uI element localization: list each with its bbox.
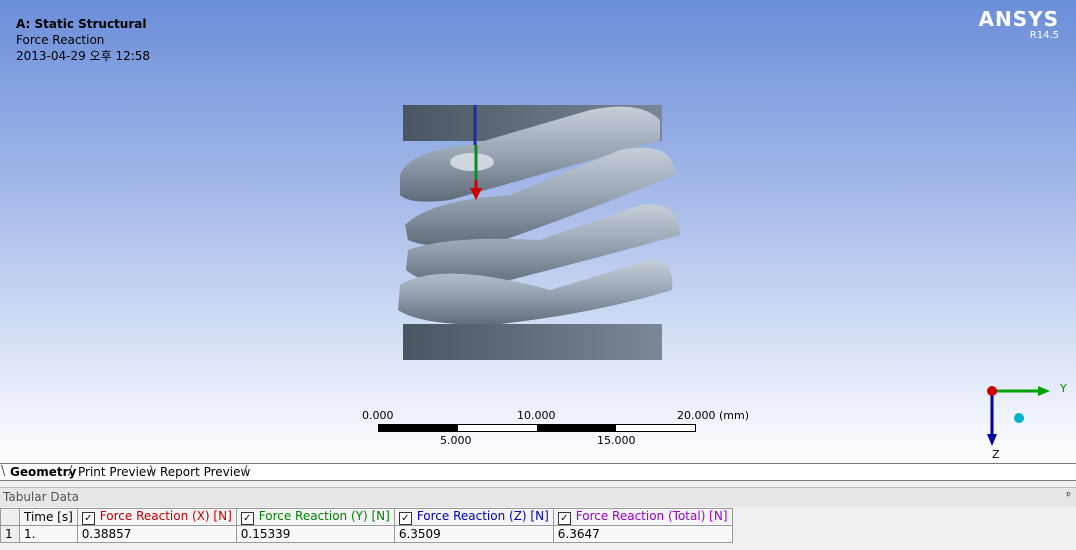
tab-report-preview[interactable]: Report Preview: [154, 465, 256, 480]
triad-y-label: Y: [1059, 382, 1067, 395]
spring-bottom-end: [403, 324, 662, 360]
checkbox-checked-icon[interactable]: ✓: [557, 512, 571, 525]
pin-icon[interactable]: ᵖ: [1066, 489, 1071, 502]
cell-time[interactable]: 1.: [19, 525, 78, 543]
col-force-z[interactable]: ✓ Force Reaction (Z) [N]: [393, 508, 554, 526]
cell-force-z[interactable]: 6.3509: [393, 525, 554, 543]
iso-view-ball-icon[interactable]: [1014, 413, 1024, 423]
scale-label-5: 5.000: [440, 434, 472, 447]
ansys-logo: ANSYS R14.5: [978, 8, 1059, 42]
analysis-title: A: Static Structural: [16, 17, 147, 31]
tab-print-preview[interactable]: Print Preview: [72, 465, 162, 480]
col-time[interactable]: Time [s]: [19, 508, 78, 526]
x-axis-dot: [987, 386, 997, 396]
view-tabs: \ Geometry / Print Preview \ Report Prev…: [0, 463, 1076, 481]
checkbox-checked-icon[interactable]: ✓: [240, 512, 254, 525]
spring-bore: [450, 153, 494, 171]
result-timestamp: 2013-04-29 오후 12:58: [16, 49, 151, 63]
spring-model[interactable]: [390, 100, 690, 365]
col-force-x[interactable]: ✓ Force Reaction (X) [N]: [76, 508, 237, 526]
result-header: A: Static Structural Force Reaction 2013…: [16, 16, 150, 64]
col-force-total[interactable]: ✓ Force Reaction (Total) [N]: [552, 508, 733, 526]
cell-force-x[interactable]: 0.38857: [76, 525, 237, 543]
col-force-y[interactable]: ✓ Force Reaction (Y) [N]: [235, 508, 395, 526]
scale-label-0: 0.000: [362, 409, 394, 422]
scale-label-10: 10.000: [517, 409, 556, 422]
graphics-viewport[interactable]: A: Static Structural Force Reaction 2013…: [0, 0, 1076, 463]
axis-triad[interactable]: Y Z: [978, 376, 1076, 462]
cell-force-y[interactable]: 0.15339: [235, 525, 395, 543]
tabular-data-header: Tabular Data ᵖ: [0, 487, 1076, 507]
tabular-data-table: Time [s] ✓ Force Reaction (X) [N] ✓ Force …: [0, 508, 733, 543]
row-index: 1: [0, 525, 20, 543]
brand-name: ANSYS: [978, 7, 1059, 31]
result-name: Force Reaction: [16, 33, 105, 47]
checkbox-checked-icon[interactable]: ✓: [398, 512, 412, 525]
cell-force-total[interactable]: 6.3647: [552, 525, 733, 543]
tabular-data-title: Tabular Data: [3, 490, 80, 504]
brand-version: R14.5: [1029, 30, 1059, 41]
scale-label-15: 15.000: [597, 434, 636, 447]
checkbox-checked-icon[interactable]: ✓: [81, 512, 95, 525]
triad-z-label: Z: [992, 448, 1000, 461]
table-row[interactable]: 1 1. 0.38857 0.15339 6.3509 6.3647: [0, 525, 733, 543]
scale-label-20: 20.000 (mm): [677, 409, 749, 422]
table-header-row: Time [s] ✓ Force Reaction (X) [N] ✓ Force …: [0, 508, 733, 526]
scale-bar: [378, 424, 696, 432]
